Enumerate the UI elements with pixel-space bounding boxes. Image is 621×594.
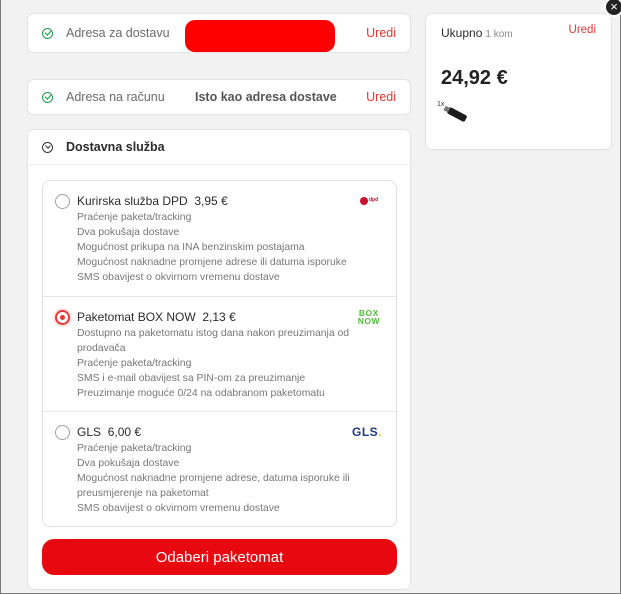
feature-line: SMS obavijest o okvirnom vremenu dostave xyxy=(77,272,280,283)
order-summary: Ukupno 1 kom Uredi 24,92 € 1x xyxy=(425,13,612,150)
shipping-option-dpd[interactable]: Kurirska služba DPD 3,95 € dpd Praćenje … xyxy=(43,181,396,297)
option-features: Dostupno na paketomatu istog dana nakon … xyxy=(77,326,349,401)
option-price: 6,00 € xyxy=(107,425,142,439)
choose-parcel-locker-button[interactable]: Odaberi paketomat xyxy=(42,539,397,575)
summary-title: Ukupno xyxy=(441,26,483,40)
feature-line: prodavača xyxy=(77,343,126,354)
option-title: GLS 6,00 € xyxy=(77,425,141,439)
check-circle-icon xyxy=(42,91,53,103)
shipping-header[interactable]: Dostavna služba xyxy=(28,130,410,165)
feature-line: SMS obavijest o okvirnom vremenu dostave xyxy=(77,503,280,514)
feature-line: Praćenje paketa/tracking xyxy=(77,212,192,223)
feature-line: Mogućnost prikupa na INA benzinskim post… xyxy=(77,242,305,253)
box-now-logo-icon: BOX NOW xyxy=(357,309,380,326)
option-name: Paketomat BOX NOW xyxy=(77,310,196,324)
feature-line: Dostupno na paketomatu istog dana nakon … xyxy=(77,328,350,339)
shipping-option-box-now[interactable]: Paketomat BOX NOW 2,13 € BOX NOW Dostupn… xyxy=(43,297,396,412)
edit-delivery-address-link[interactable]: Uredi xyxy=(366,26,396,40)
feature-line: Mogućnost naknadne promjene adrese ili d… xyxy=(77,257,347,268)
feature-line: Praćenje paketa/tracking xyxy=(77,358,192,369)
option-name: Kurirska služba DPD xyxy=(77,194,188,208)
gls-logo-icon: GLS. xyxy=(351,425,382,439)
feature-line: Preuzimanje moguće 0/24 na odabranom pak… xyxy=(77,388,325,399)
logo-text: GLS xyxy=(351,425,379,439)
radio-dpd[interactable] xyxy=(55,194,70,209)
item-quantity: 1x xyxy=(437,101,445,108)
feature-line: preusmjerenje na paketomat xyxy=(77,488,209,499)
shipping-section: Dostavna služba Kurirska služba DPD 3,95… xyxy=(27,129,411,590)
billing-address-row: Adresa na računu Isto kao adresa dostave… xyxy=(27,79,411,115)
edit-cart-link[interactable]: Uredi xyxy=(569,24,596,36)
radio-gls[interactable] xyxy=(55,425,70,440)
dpd-logo-icon: dpd xyxy=(360,196,378,206)
edit-billing-address-link[interactable]: Uredi xyxy=(366,90,396,104)
option-price: 2,13 € xyxy=(202,310,236,324)
option-features: Praćenje paketa/tracking Dva pokušaja do… xyxy=(77,441,350,516)
option-title: Paketomat BOX NOW 2,13 € xyxy=(77,310,236,324)
summary-header: Ukupno 1 kom xyxy=(441,26,513,40)
feature-line: Praćenje paketa/tracking xyxy=(77,443,192,454)
check-circle-icon xyxy=(42,27,53,39)
billing-address-label: Adresa na računu xyxy=(66,90,165,104)
product-thumbnail: 1x xyxy=(436,100,472,128)
option-name: GLS xyxy=(77,425,102,439)
feature-line: Mogućnost naknadne promjene adrese, datu… xyxy=(77,473,350,484)
summary-count: 1 kom xyxy=(485,29,513,40)
logo-line: NOW xyxy=(357,316,380,326)
radio-box-now[interactable] xyxy=(55,310,70,325)
delivery-address-label: Adresa za dostavu xyxy=(66,26,170,40)
close-icon[interactable]: × xyxy=(604,0,621,17)
billing-address-value: Isto kao adresa dostave xyxy=(195,90,337,104)
option-title: Kurirska služba DPD 3,95 € xyxy=(77,194,228,208)
redacted-address xyxy=(185,20,335,52)
feature-line: Dva pokušaja dostave xyxy=(77,227,180,238)
shipping-option-gls[interactable]: GLS 6,00 € GLS. Praćenje paketa/tracking… xyxy=(43,412,396,526)
option-features: Praćenje paketa/tracking Dva pokušaja do… xyxy=(77,210,347,285)
summary-total: 24,92 € xyxy=(441,67,508,89)
feature-line: Dva pokušaja dostave xyxy=(77,458,180,469)
delivery-address-row: Adresa za dostavu Uredi xyxy=(27,13,411,53)
usb-stick-icon xyxy=(446,106,468,123)
shipping-title: Dostavna služba xyxy=(66,140,165,154)
feature-line: SMS i e-mail obavijest sa PIN-om za preu… xyxy=(77,373,306,384)
shipping-options-list: Kurirska služba DPD 3,95 € dpd Praćenje … xyxy=(42,180,397,527)
option-price: 3,95 € xyxy=(194,194,228,208)
chevron-down-icon[interactable] xyxy=(42,141,53,153)
